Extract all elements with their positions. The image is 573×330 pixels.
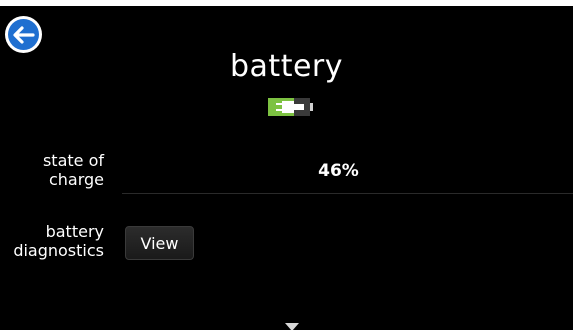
row-divider [122, 193, 573, 194]
scroll-down-icon[interactable] [285, 323, 299, 330]
page-title: battery [230, 49, 343, 84]
battery-screen: battery state of charge 46% battery diag… [0, 6, 573, 330]
battery-diagnostics-label: battery diagnostics [0, 222, 104, 260]
view-diagnostics-button[interactable]: View [125, 226, 194, 260]
back-arrow-icon [8, 19, 39, 50]
battery-diagnostics-label-line1: battery [45, 222, 104, 241]
back-button[interactable] [5, 16, 42, 53]
battery-plug-icon [268, 97, 316, 117]
state-of-charge-value: 46% [318, 161, 359, 181]
battery-diagnostics-label-line2: diagnostics [13, 241, 104, 260]
